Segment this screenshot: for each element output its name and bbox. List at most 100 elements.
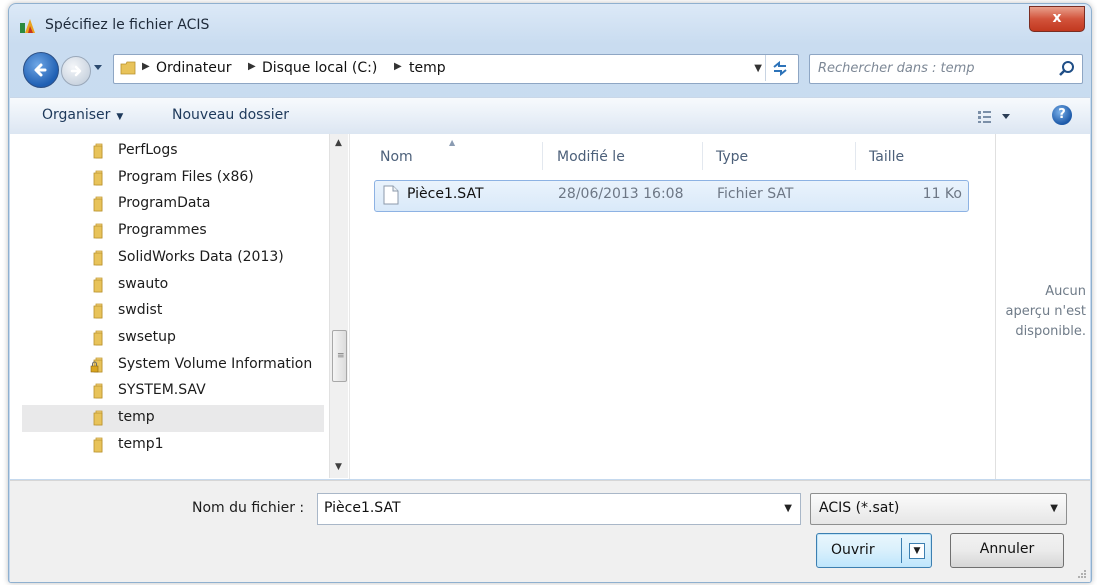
column-header-modified[interactable]: Modifié le xyxy=(557,149,625,165)
sidebar-item-label: swauto xyxy=(118,275,169,292)
column-header-size[interactable]: Taille xyxy=(869,149,904,165)
refresh-button[interactable] xyxy=(765,55,796,81)
forward-button[interactable] xyxy=(61,56,91,86)
solidworks-app-icon xyxy=(20,19,35,33)
file-name: Pièce1.SAT xyxy=(407,186,484,202)
sidebar-item-label: SolidWorks Data (2013) xyxy=(118,248,284,265)
breadcrumb-separator-icon[interactable]: ▶ xyxy=(142,61,150,72)
search-icon[interactable] xyxy=(1058,60,1076,78)
preview-message: Aucun aperçu n'est disponible. xyxy=(996,282,1090,342)
column-separator[interactable] xyxy=(542,142,543,170)
help-button[interactable]: ? xyxy=(1052,105,1072,125)
breadcrumb-temp[interactable]: temp xyxy=(409,60,446,76)
folder-icon xyxy=(93,410,103,426)
recent-locations-chevron-icon[interactable] xyxy=(93,62,103,72)
address-dropdown-icon[interactable]: ▼ xyxy=(754,63,762,74)
locked-folder-icon xyxy=(90,357,103,372)
new-folder-button[interactable]: Nouveau dossier xyxy=(172,107,289,123)
folder-icon xyxy=(93,437,103,453)
open-options-chevron-icon[interactable]: ▼ xyxy=(909,543,925,559)
sidebar-item-label: Program Files (x86) xyxy=(118,168,254,185)
split-divider xyxy=(901,538,902,563)
chevron-down-icon[interactable]: ▼ xyxy=(784,503,792,514)
folder-icon xyxy=(93,143,103,159)
arrow-right-icon xyxy=(70,65,82,77)
sidebar-item-solidworks-data-2013[interactable]: SolidWorks Data (2013) xyxy=(22,245,324,272)
window-title: Spécifiez le fichier ACIS xyxy=(45,17,210,33)
scroll-up-icon[interactable]: ▲ xyxy=(335,138,342,148)
sidebar-item-swauto[interactable]: swauto xyxy=(22,272,324,299)
search-box[interactable] xyxy=(809,54,1083,84)
breadcrumb-separator-icon[interactable]: ▶ xyxy=(394,61,402,72)
scrollbar-thumb[interactable]: ≡ xyxy=(332,330,347,382)
close-button[interactable]: x xyxy=(1029,6,1085,32)
column-separator[interactable] xyxy=(702,142,703,170)
filename-label: Nom du fichier : xyxy=(192,500,305,516)
file-dialog-window: Spécifiez le fichier ACIS x ▶ Ordinateur… xyxy=(8,3,1092,583)
file-list-pane[interactable]: Nom ▲ Modifié le Type Taille Pièce1.SAT … xyxy=(349,134,995,479)
filetype-value: ACIS (*.sat) xyxy=(819,500,900,516)
back-button[interactable] xyxy=(23,52,59,88)
title-bar[interactable]: Spécifiez le fichier ACIS x xyxy=(9,4,1091,42)
sidebar-item-label: SYSTEM.SAV xyxy=(118,382,206,399)
sidebar-item-temp[interactable]: temp xyxy=(22,405,324,432)
filetype-select[interactable]: ACIS (*.sat) ▼ xyxy=(810,493,1067,525)
folder-icon xyxy=(93,223,103,239)
file-row[interactable]: Pièce1.SAT 28/06/2013 16:08 Fichier SAT … xyxy=(374,180,969,212)
open-button[interactable]: Ouvrir ▼ xyxy=(816,533,932,568)
breadcrumb-disque-local[interactable]: Disque local (C:) xyxy=(262,60,377,76)
filename-combobox[interactable]: ▼ xyxy=(317,493,801,525)
sidebar-item-temp1[interactable]: temp1 xyxy=(22,432,324,459)
navigation-pane[interactable]: PerfLogs Program Files (x86) ProgramData Pr… xyxy=(10,134,348,479)
preview-line: Aucun xyxy=(1045,284,1086,299)
close-icon: x xyxy=(1052,10,1062,26)
sidebar-item-perflogs[interactable]: PerfLogs xyxy=(22,138,324,165)
preview-line: disponible. xyxy=(1015,324,1086,339)
content-panes: PerfLogs Program Files (x86) ProgramData Pr… xyxy=(10,134,1090,479)
sidebar-item-system-sav[interactable]: SYSTEM.SAV xyxy=(22,378,324,405)
column-header-label: Nom xyxy=(380,149,413,165)
file-type: Fichier SAT xyxy=(717,186,794,202)
chevron-down-icon: ▼ xyxy=(1050,503,1058,514)
preview-line: aperçu n'est xyxy=(1005,304,1086,319)
folder-icon xyxy=(93,196,103,212)
folder-icon xyxy=(93,330,103,346)
file-icon xyxy=(383,185,399,205)
sidebar-item-label: ProgramData xyxy=(118,195,211,212)
folder-icon xyxy=(93,383,103,399)
change-view-icon[interactable] xyxy=(976,107,1016,125)
folder-icon xyxy=(93,277,103,292)
address-bar[interactable]: ▶ Ordinateur ▶ Disque local (C:) ▶ temp … xyxy=(113,54,799,84)
breadcrumb-ordinateur[interactable]: Ordinateur xyxy=(156,60,232,76)
navigation-scrollbar[interactable]: ▲ ≡ ▼ xyxy=(329,134,348,478)
navigation-row: ▶ Ordinateur ▶ Disque local (C:) ▶ temp … xyxy=(9,50,1091,88)
sidebar-item-label: System Volume Information xyxy=(118,355,313,372)
sidebar-item-label: swsetup xyxy=(118,328,176,345)
sidebar-item-label: Programmes xyxy=(118,222,207,239)
scroll-down-icon[interactable]: ▼ xyxy=(335,462,342,472)
sidebar-item-swsetup[interactable]: swsetup xyxy=(22,325,324,352)
column-separator[interactable] xyxy=(855,142,856,170)
refresh-icon xyxy=(773,60,787,77)
sidebar-item-label: temp1 xyxy=(118,435,164,452)
breadcrumb-separator-icon[interactable]: ▶ xyxy=(248,61,256,72)
sidebar-item-system-volume-information[interactable]: System Volume Information xyxy=(22,352,324,379)
sidebar-item-label: PerfLogs xyxy=(118,142,178,158)
column-header-type[interactable]: Type xyxy=(716,149,748,165)
dialog-footer: Nom du fichier : ▼ ACIS (*.sat) ▼ Ouvrir… xyxy=(10,480,1090,582)
organize-button[interactable]: Organiser ▼ xyxy=(42,107,123,123)
sidebar-item-programmes[interactable]: Programmes xyxy=(22,218,324,245)
grip-icon: ≡ xyxy=(337,351,345,361)
search-input[interactable] xyxy=(810,55,1058,81)
sidebar-item-program-files-x86[interactable]: Program Files (x86) xyxy=(22,165,324,192)
cancel-button[interactable]: Annuler xyxy=(950,533,1064,568)
chevron-down-icon: ▼ xyxy=(116,112,124,122)
sidebar-item-label: temp xyxy=(118,409,155,425)
resize-grip-icon[interactable] xyxy=(1076,568,1086,578)
sidebar-item-swdist[interactable]: swdist xyxy=(22,298,324,325)
file-modified: 28/06/2013 16:08 xyxy=(558,186,684,202)
column-header-name[interactable]: Nom xyxy=(380,149,413,165)
sidebar-item-programdata[interactable]: ProgramData xyxy=(22,191,324,218)
folder-icon xyxy=(93,170,103,186)
filename-input[interactable] xyxy=(318,494,780,522)
